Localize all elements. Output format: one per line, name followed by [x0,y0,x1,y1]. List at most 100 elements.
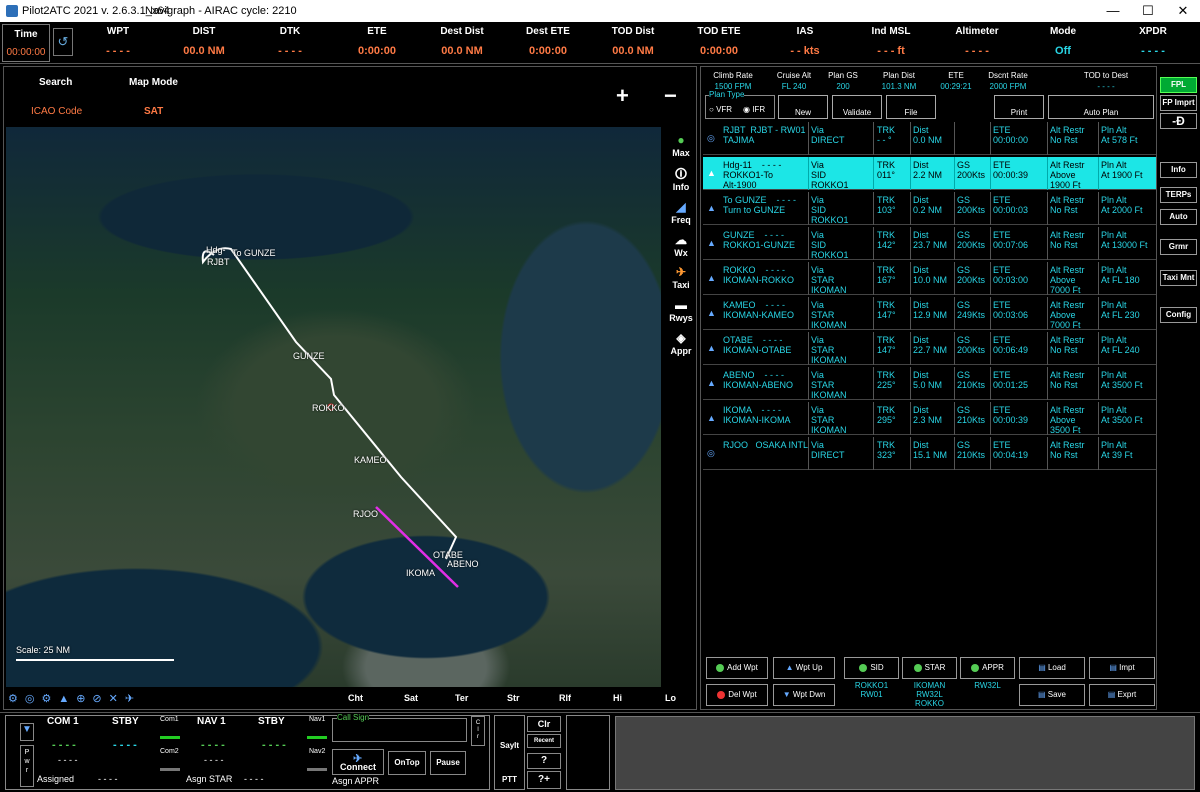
help-plus-button[interactable]: ?+ [527,771,561,789]
config-button[interactable]: Config [1160,307,1197,323]
col-value: - - kts [790,45,820,57]
taxi-button[interactable]: ✈ Taxi [666,265,696,290]
map-tab[interactable]: Ter [455,693,468,703]
waypoint-down-button[interactable]: ▼ Wpt Dwn [773,684,835,706]
row-cell-c3: TRK 295° [877,405,896,425]
flight-plan-row[interactable]: ▲ IKOMA - - - - IKOMAN-IKOMA Via STAR IKOM… [703,402,1156,435]
flight-plan-row[interactable]: ◎ RJOO OSAKA INTL Via DIRECT TRK 323° Dist 1… [703,437,1156,470]
column-divider [954,297,955,330]
clr-button[interactable]: Clr [527,716,561,732]
auto-plan-button[interactable]: Auto Plan [1048,95,1154,119]
column-divider [1047,262,1048,295]
ontop-button[interactable]: OnTop [388,751,426,775]
ptt-button[interactable]: PTT [494,775,525,784]
reset-icon[interactable]: ↺ [53,28,73,56]
add-waypoint-button[interactable]: Add Wpt [706,657,768,679]
row-cell-c1: OTABE - - - - IKOMAN-OTABE [723,335,792,355]
map-tab[interactable]: Hi [613,693,622,703]
auto-button[interactable]: Auto [1160,209,1197,225]
ifr-radio[interactable]: ◉ IFR [743,105,765,114]
flight-plan-row[interactable]: ◎ RJBT RJBT - RW01 TAJIMA Via DIRECT TRK - … [703,122,1156,155]
print-button[interactable]: Print [994,95,1044,119]
flight-plan-row[interactable]: ▲ OTABE - - - - IKOMAN-OTABE Via STAR IKOM… [703,332,1156,365]
minimize-button[interactable]: — [1096,2,1130,20]
flight-plan-row[interactable]: ▲ Hdg-11 - - - - ROKKO1-To Alt-1900 Via SI… [703,157,1156,190]
file-button[interactable]: File [886,95,936,119]
map-tab[interactable]: Lo [665,693,676,703]
close-button[interactable]: ✕ [1166,2,1200,20]
fp-import-button[interactable]: FP Imprt [1160,95,1197,111]
pause-button[interactable]: Pause [430,751,466,775]
map-tab[interactable]: Rlf [559,693,571,703]
zoom-out-button[interactable]: − [664,83,677,109]
route-icon[interactable]: -Ð [1160,113,1197,129]
zoom-in-button[interactable]: + [616,83,629,109]
import-button[interactable]: ▤ Impt [1089,657,1155,679]
clear-callsign-button[interactable]: C l r [471,716,485,746]
satellite-map[interactable]: Hdg- RJBT To GUNZE GUNZE ROKKO KAMEO RJO… [6,127,661,687]
plan-stat: TOD to Dest - - - - [1061,71,1151,91]
save-button[interactable]: ▤ Save [1019,684,1085,706]
flight-plan-row[interactable]: ▲ ABENO - - - - IKOMAN-ABENO Via STAR IKOM… [703,367,1156,400]
taxi-maint-button[interactable]: Taxi Mnt [1160,270,1197,286]
maximize-button[interactable]: ☐ [1131,2,1165,20]
column-divider [1047,192,1048,225]
new-button[interactable]: New [778,95,828,119]
map-tab[interactable]: Cht [348,693,363,703]
search-label: Search [39,77,73,88]
wx-button[interactable]: ☁ Wx [666,233,696,258]
rwys-button[interactable]: ▬ Rwys [666,298,696,323]
map-tab[interactable]: Str [507,693,520,703]
delete-waypoint-button[interactable]: Del Wpt [706,684,768,706]
connect-button[interactable]: ✈ Connect [332,749,384,775]
waypoint-up-button[interactable]: ▲ Wpt Up [773,657,835,679]
dropdown-icon[interactable]: ▼ [20,723,34,741]
power-button[interactable]: P w r [20,745,34,787]
add-wpt-label: Add Wpt [727,663,758,672]
icao-code-input[interactable]: ICAO Code [31,106,82,117]
map-mode-select[interactable]: SAT [144,106,163,117]
info-tool-button[interactable]: 🛈 Info [666,167,696,192]
call-sign-field[interactable]: Call Sign [332,713,467,742]
row-cell-c3: TRK 225° [877,370,896,390]
grammar-button[interactable]: Grmr [1160,239,1197,255]
appr-select-button[interactable]: APPR [960,657,1015,679]
taxi-icon: ✈ [675,265,687,279]
asgn-star-value: - - - - [244,774,264,784]
com1-active-freq[interactable]: - - - - [52,739,76,751]
column-divider [910,227,911,260]
freq-button[interactable]: ◢ Freq [666,200,696,225]
help-button[interactable]: ? [527,753,561,769]
sid-button[interactable]: SID [844,657,899,679]
row-cell-c6: ETE 00:06:49 [993,335,1029,355]
export-button[interactable]: ▤ Exprt [1089,684,1155,706]
fpl-tab-button[interactable]: FPL [1160,77,1197,93]
row-cell-c8: Pln Alt At 3500 Ft [1101,370,1143,390]
map-tab[interactable]: Sat [404,693,418,703]
com1-indicator [160,736,180,739]
sayit-button[interactable]: SayIt [494,741,525,750]
nav2-freq[interactable]: - - - - [204,755,224,765]
nav1-active-freq[interactable]: - - - - [201,739,225,751]
flight-plan-row[interactable]: ▲ KAMEO - - - - IKOMAN-KAMEO Via STAR IKOM… [703,297,1156,330]
load-button[interactable]: ▤ Load [1019,657,1085,679]
map-layer-icons[interactable]: ⚙◎⚙▲⊕⊘✕✈ [8,692,141,705]
plan-stat: Dscnt Rate 2000 FPM [978,71,1038,91]
star-button[interactable]: STAR [902,657,957,679]
appr-button[interactable]: ◈ Appr [666,331,696,356]
row-cell-c3: TRK 147° [877,335,896,355]
waypoint-icon: ▲ [707,378,716,388]
validate-button[interactable]: Validate [832,95,882,119]
flight-plan-row[interactable]: ▲ ROKKO - - - - IKOMAN-ROKKO Via STAR IKOM… [703,262,1156,295]
vfr-radio[interactable]: ○ VFR [709,105,732,114]
col-value: - - - ft [877,45,905,57]
flight-plan-row[interactable]: ▲ To GUNZE - - - - Turn to GUNZE Via SID R… [703,192,1156,225]
max-button[interactable]: ● Max [666,133,696,158]
nav1-stby-freq[interactable]: - - - - [262,739,286,751]
com1-stby-freq[interactable]: - - - - [113,739,137,751]
info-button[interactable]: Info [1160,162,1197,178]
flight-plan-row[interactable]: ▲ GUNZE - - - - ROKKO1-GUNZE Via SID ROKKO… [703,227,1156,260]
terps-button[interactable]: TERPs [1160,187,1197,203]
recent-button[interactable]: Recent [527,734,561,748]
com2-freq[interactable]: - - - - [58,755,78,765]
